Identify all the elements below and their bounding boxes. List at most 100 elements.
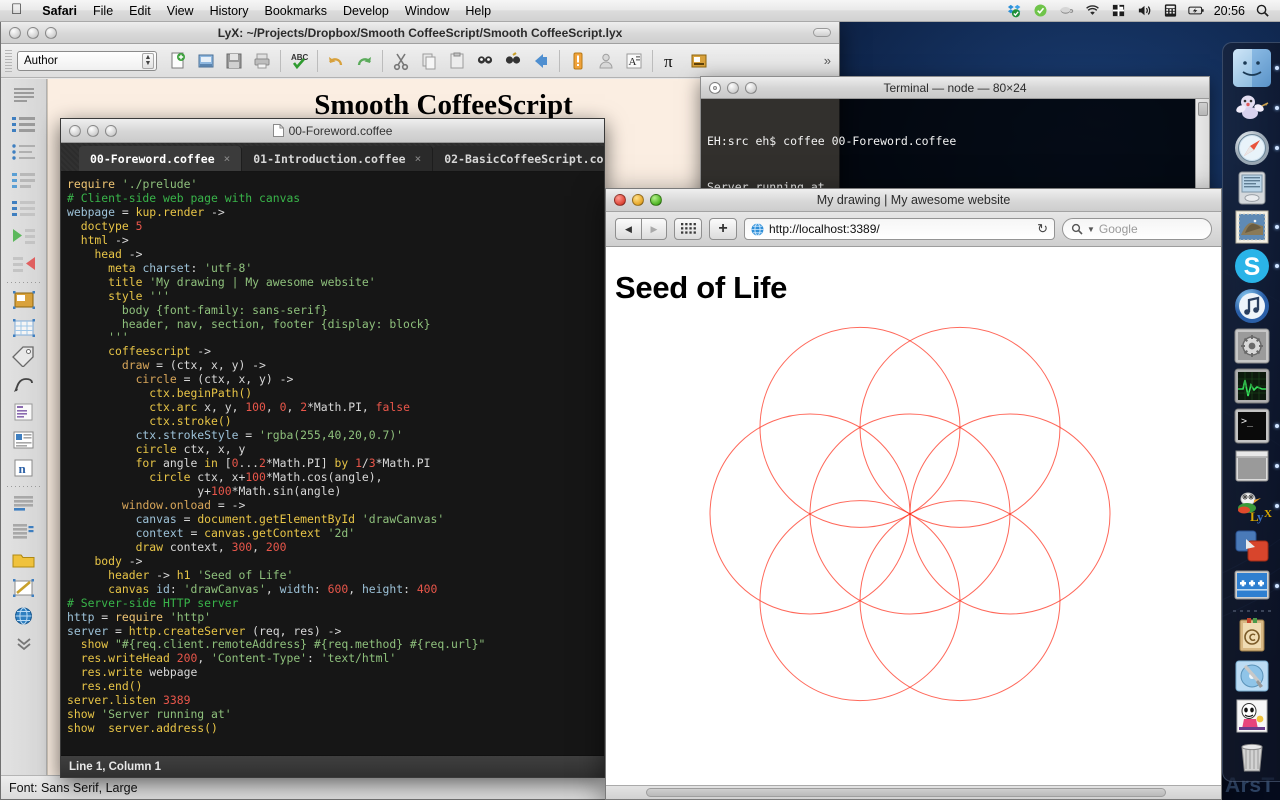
system-preferences-icon[interactable] (1229, 327, 1275, 365)
scrollbar-thumb[interactable] (1197, 102, 1208, 116)
contacts-folder-icon[interactable] (1229, 617, 1275, 655)
more-tools-icon[interactable] (7, 631, 41, 657)
zoom-icon[interactable] (45, 26, 57, 39)
character-app-icon[interactable] (1229, 697, 1275, 735)
insert-float-icon[interactable] (686, 48, 712, 74)
menu-item-edit[interactable]: Edit (121, 4, 159, 18)
terminal-output[interactable]: EH:src eh$ coffee 00-Foreword.coffee Ser… (701, 99, 1209, 197)
wifi-icon[interactable] (1084, 3, 1101, 18)
bibliography-icon[interactable] (7, 519, 41, 545)
volume-icon[interactable] (1136, 3, 1153, 18)
copy-icon[interactable] (416, 48, 442, 74)
scrollbar-thumb[interactable] (646, 788, 1166, 797)
menu-item-develop[interactable]: Develop (335, 4, 397, 18)
back-arrow-icon[interactable]: ◀ (615, 218, 641, 240)
toolbar-toggle-button[interactable] (813, 28, 831, 37)
safari-horizontal-scrollbar[interactable] (606, 785, 1221, 799)
seed-of-life-canvas[interactable] (610, 314, 1210, 714)
chevron-down-icon[interactable]: ▼ (1087, 225, 1095, 234)
finder-icon[interactable] (1229, 49, 1279, 87)
reload-icon[interactable]: ↻ (1037, 221, 1048, 237)
itemize-list-icon[interactable] (7, 195, 41, 221)
skype-icon[interactable]: S (1229, 247, 1279, 285)
lyx-icon[interactable]: L y X (1229, 487, 1279, 525)
close-icon[interactable] (614, 194, 626, 206)
window-app-icon[interactable] (1229, 447, 1279, 485)
redo-icon[interactable] (351, 48, 377, 74)
navigate-back-icon[interactable] (528, 48, 554, 74)
spellcheck-icon[interactable]: ABC (286, 48, 312, 74)
terminal-window-controls[interactable] (709, 81, 757, 94)
search-icon[interactable] (1254, 3, 1271, 18)
insert-box-icon[interactable] (7, 427, 41, 453)
evernote-icon[interactable] (1032, 3, 1049, 18)
close-icon[interactable]: × (415, 152, 422, 165)
bulleted-list-icon[interactable] (7, 139, 41, 165)
plus-icon[interactable]: + (709, 218, 737, 240)
person-icon[interactable] (593, 48, 619, 74)
itunes-icon[interactable] (1229, 287, 1275, 325)
terminal-window[interactable]: Terminal — node — 80×24 EH:src eh$ coffe… (700, 76, 1210, 198)
zoom-icon[interactable] (105, 124, 117, 137)
insert-footnote-icon[interactable] (7, 371, 41, 397)
lyx-title-bar[interactable]: LyX: ~/Projects/Dropbox/Smooth CoffeeScr… (1, 22, 839, 44)
find-replace-icon[interactable] (472, 48, 498, 74)
cut-icon[interactable] (388, 48, 414, 74)
insert-math-inline-icon[interactable] (7, 575, 41, 601)
menu-item-window[interactable]: Window (397, 4, 457, 18)
address-book-icon[interactable] (1229, 169, 1275, 207)
zoom-icon[interactable] (745, 81, 757, 94)
insert-url-icon[interactable] (7, 603, 41, 629)
code-editor-window[interactable]: 00-Foreword.coffee 00-Foreword.coffee × 01… (60, 118, 605, 778)
menu-item-history[interactable]: History (202, 4, 257, 18)
safari-window-controls[interactable] (614, 194, 662, 206)
close-icon[interactable] (9, 26, 21, 39)
minimize-icon[interactable] (727, 81, 739, 94)
calculator-icon[interactable] (1162, 3, 1179, 18)
insert-label-icon[interactable] (7, 343, 41, 369)
paragraph-settings-icon[interactable] (7, 83, 41, 109)
address-bar[interactable]: http://localhost:3389/ ↻ (744, 218, 1055, 240)
minimize-icon[interactable] (87, 124, 99, 137)
undo-icon[interactable] (323, 48, 349, 74)
code-content[interactable]: require './prelude' # Client-side web pag… (61, 172, 604, 755)
menu-item-file[interactable]: File (85, 4, 121, 18)
virtualbox-icon[interactable] (1229, 527, 1275, 565)
lyx-window-controls[interactable] (9, 26, 57, 39)
close-icon[interactable]: × (224, 152, 231, 165)
mail-icon[interactable] (1229, 209, 1279, 245)
insert-graphic-icon[interactable] (7, 287, 41, 313)
menu-item-view[interactable]: View (159, 4, 202, 18)
trash-icon[interactable] (1229, 737, 1275, 775)
calculator-plus-icon[interactable] (1229, 567, 1279, 605)
safari-page-content[interactable]: Seed of Life (606, 247, 1221, 785)
author-style-combo[interactable]: Author ▲ ▼ (17, 50, 157, 71)
safari-icon[interactable] (1229, 129, 1279, 167)
terminal-icon[interactable]: >_ (1229, 407, 1279, 445)
lyx-toolbar[interactable]: Author ▲ ▼ ABC A π » (1, 44, 839, 78)
text-style-icon[interactable]: A (621, 48, 647, 74)
editor-tab[interactable]: 00-Foreword.coffee × (79, 146, 243, 171)
disk-utility-icon[interactable] (1229, 657, 1275, 695)
reverse-list-icon[interactable] (7, 251, 41, 277)
dock[interactable]: S >_ L y X (1222, 42, 1280, 782)
editor-title-bar[interactable]: 00-Foreword.coffee (61, 119, 604, 143)
play-list-icon[interactable] (7, 223, 41, 249)
open-document-icon[interactable] (193, 48, 219, 74)
math-pi-icon[interactable]: π (658, 48, 684, 74)
safari-toolbar[interactable]: ◀ ▶ + http://localhost:3389/ ↻ ▼ Google (606, 212, 1221, 247)
minimize-icon[interactable] (632, 194, 644, 206)
dropbox-icon[interactable] (1006, 3, 1023, 18)
paste-icon[interactable] (444, 48, 470, 74)
activity-monitor-icon[interactable] (1229, 367, 1275, 405)
apple-logo-icon[interactable]:  (11, 2, 22, 17)
cherub-app-icon[interactable] (1229, 89, 1279, 127)
chevron-double-right-icon[interactable]: » (824, 53, 835, 68)
editor-tab[interactable]: 02-BasicCoffeeScript.coffee× (433, 146, 604, 171)
zoom-icon[interactable] (650, 194, 662, 206)
chevron-updown-icon[interactable]: ▲ ▼ (142, 52, 154, 69)
menu-item-bookmarks[interactable]: Bookmarks (256, 4, 335, 18)
new-document-icon[interactable] (165, 48, 191, 74)
error-icon[interactable] (565, 48, 591, 74)
insert-index-icon[interactable] (7, 399, 41, 425)
